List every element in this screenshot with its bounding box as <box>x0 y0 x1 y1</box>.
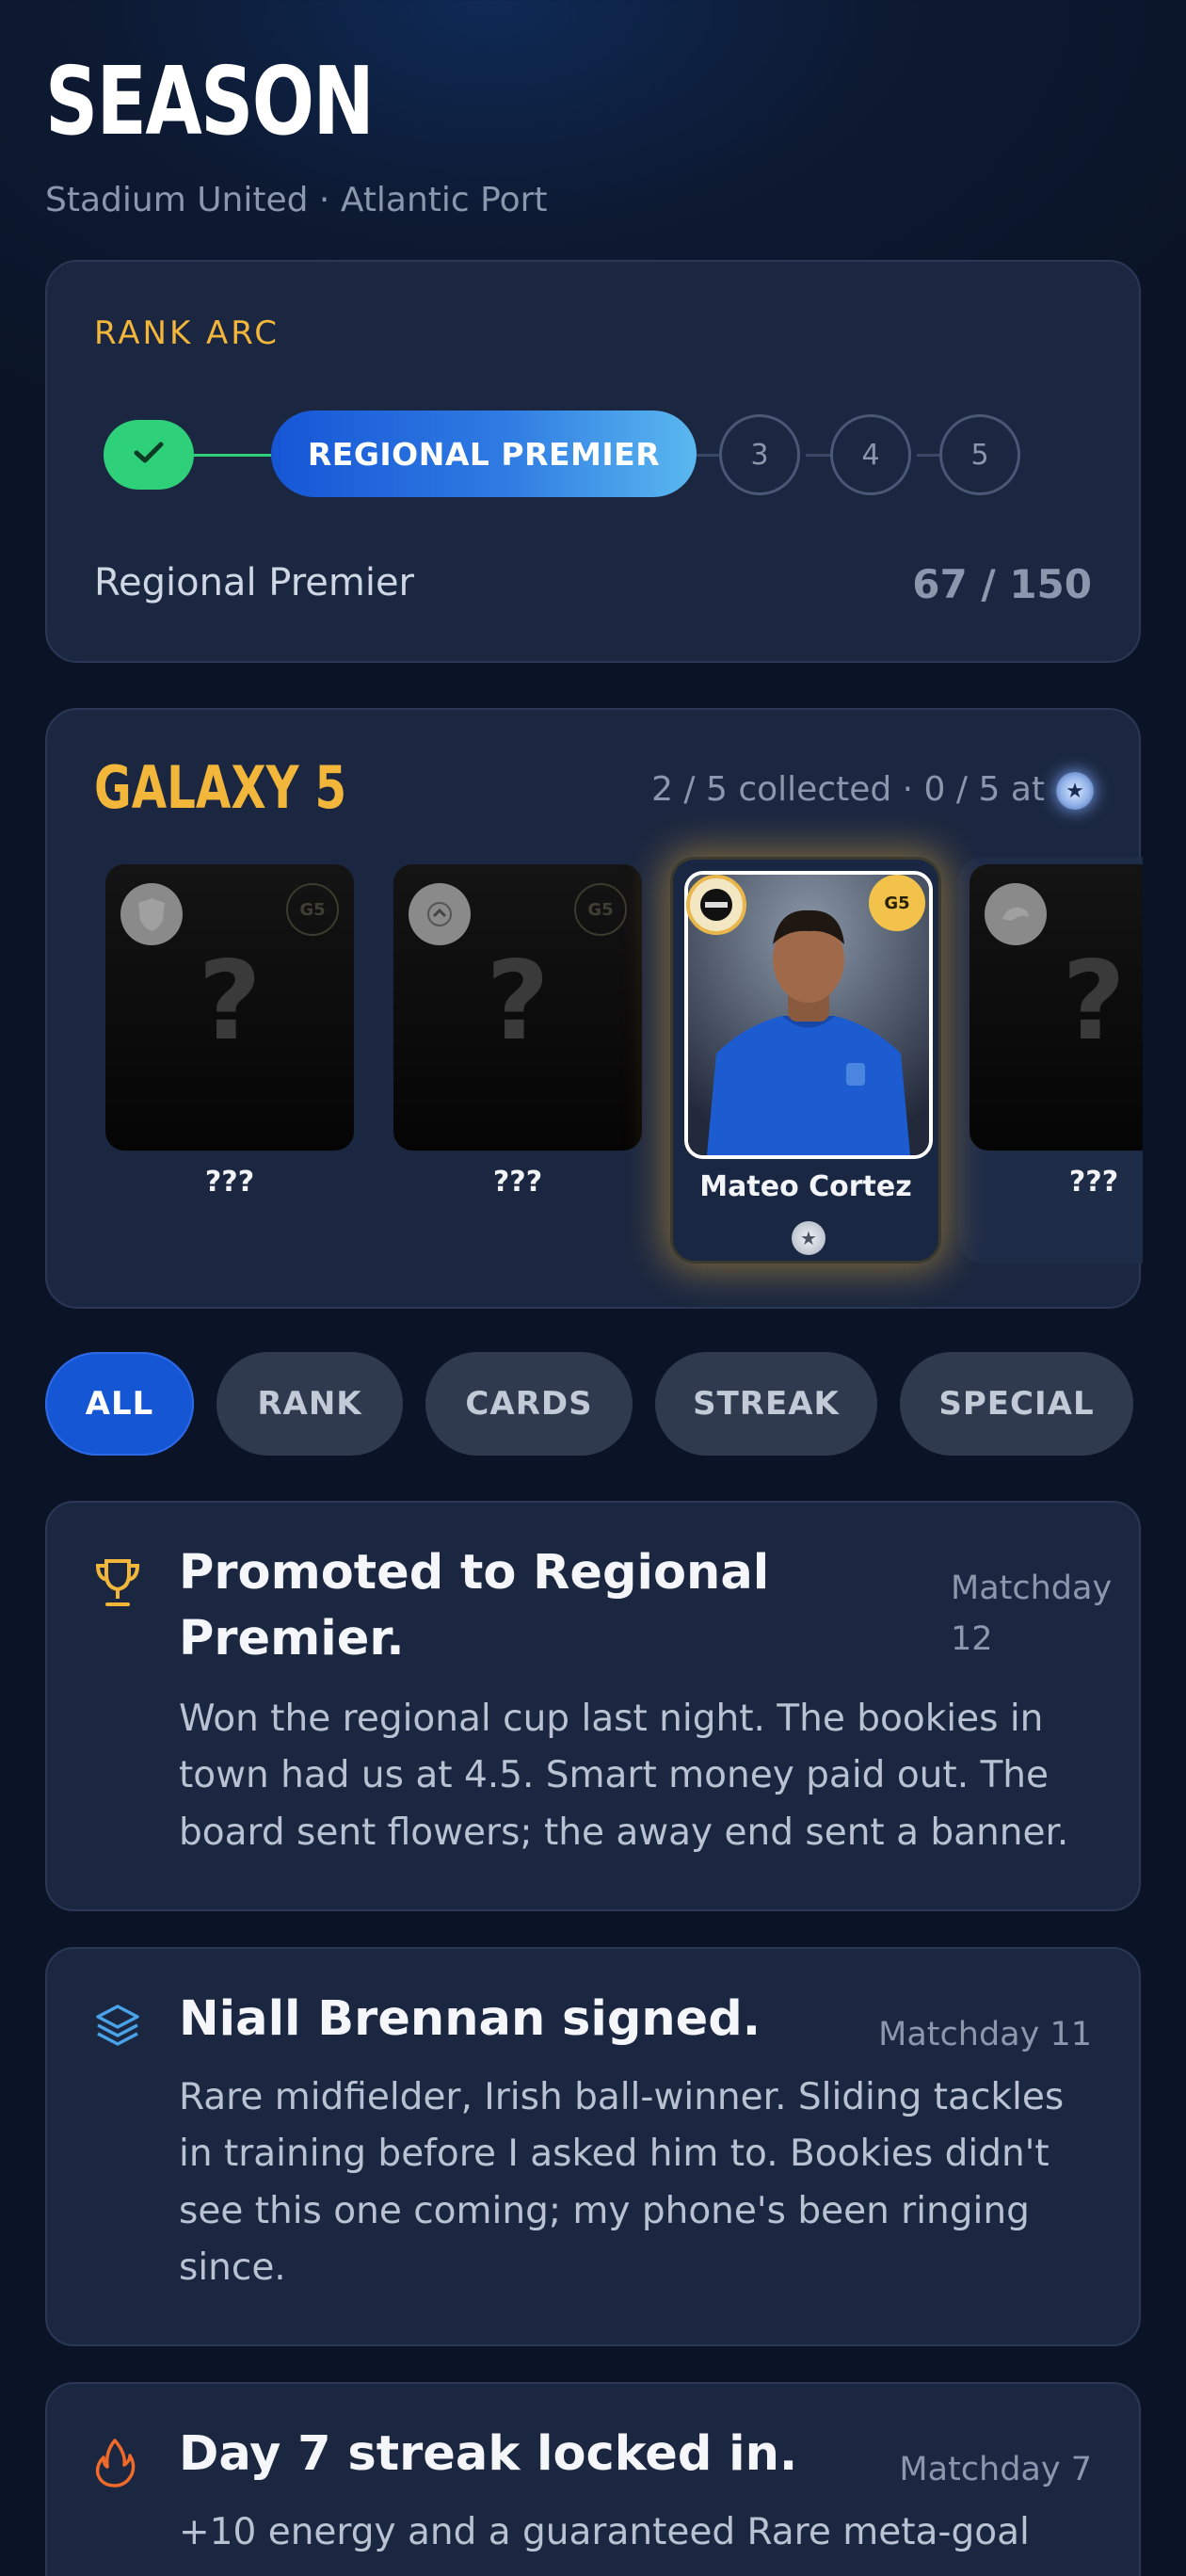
filter-cards[interactable]: CARDS <box>425 1352 633 1456</box>
flame-icon <box>94 2437 141 2487</box>
galaxy-badge: G5 <box>286 883 339 936</box>
galaxy-card: G5 ? ??? G5 ? ??? G5 Mateo Cortez ★ ? ??… <box>45 708 1143 1309</box>
star-icon: ★ <box>1056 772 1094 810</box>
feed-body-line: board sent flowers; the away end sent a … <box>179 1811 1069 1854</box>
feed-body-line: since. <box>179 2246 286 2290</box>
rank-track: REGIONAL PREMIER 3 4 5 <box>104 411 1026 501</box>
filter-all[interactable]: ALL <box>45 1352 194 1456</box>
question-mark-icon: ? <box>198 938 262 1065</box>
feed-title: Promoted to Regional Premier. <box>179 1540 769 1673</box>
feed-body-line: Rare midfielder, Irish ball-winner. Slid… <box>179 2076 1065 2118</box>
mystery-card-4[interactable]: G5 ? <box>970 864 1143 1151</box>
club-crest-icon <box>985 883 1047 945</box>
tier-completed-node[interactable] <box>104 420 194 490</box>
feed-body-line: see this one coming; my phone's been rin… <box>179 2189 1030 2232</box>
card-name: ??? <box>204 1166 255 1199</box>
card-name: Mateo Cortez <box>699 1170 912 1203</box>
mystery-card-2[interactable]: G5 ? <box>393 864 642 1151</box>
feed-date-line: Matchday <box>951 1570 1113 1607</box>
galaxy-badge: G5 <box>869 875 925 931</box>
filter-streak[interactable]: STREAK <box>655 1352 877 1456</box>
feed-item[interactable]: Day 7 streak locked in. Matchday 7 +10 e… <box>45 2382 1141 2576</box>
card-name: ??? <box>1068 1166 1119 1199</box>
club-crest-icon <box>120 883 183 945</box>
layers-icon <box>94 2002 141 2053</box>
tier-node-5[interactable]: 5 <box>939 414 1020 495</box>
chevron-up-icon <box>409 883 471 945</box>
feed-body-line: Won the regional cup last night. The boo… <box>179 1698 1044 1740</box>
feed-title-line: Premier. <box>179 1611 405 1667</box>
galaxy-collected-meta: 2 / 5 collected · 0 / 5 at <box>651 770 1045 809</box>
player-card-mateo-cortez[interactable]: G5 Mateo Cortez ★ <box>670 857 941 1264</box>
feed-body-line: in training before I asked him to. Booki… <box>179 2133 1050 2176</box>
filter-special[interactable]: SPECIAL <box>900 1352 1133 1456</box>
feed-body: Rare midfielder, Irish ball-winner. Slid… <box>179 2069 1064 2297</box>
tier-active-pill[interactable]: REGIONAL PREMIER <box>271 411 697 497</box>
feed-body: +10 energy and a guaranteed Rare meta-go… <box>179 2504 1030 2561</box>
feed-item[interactable]: Niall Brennan signed. Matchday 11 Rare m… <box>45 1947 1141 2346</box>
galaxy-badge: G5 <box>574 883 627 936</box>
card-name: ??? <box>492 1166 543 1199</box>
page-title: SEASON <box>45 46 375 156</box>
mystery-card-1[interactable]: G5 ? <box>105 864 354 1151</box>
page-subtitle: Stadium United · Atlantic Port <box>45 181 548 219</box>
feed-title-line: Promoted to Regional <box>179 1545 770 1601</box>
trophy-icon <box>94 1557 141 1608</box>
rank-arc-label: RANK ARC <box>94 314 280 352</box>
club-crest-icon <box>686 875 746 935</box>
feed-title: Niall Brennan signed. <box>179 1991 761 2047</box>
checkmark-icon <box>133 440 165 470</box>
galaxy-title: GALAXY 5 <box>94 753 347 822</box>
feed-date: Matchday 7 <box>899 2451 1092 2488</box>
star-icon: ★ <box>792 1221 825 1255</box>
feed-date: Matchday 12 <box>951 1563 1113 1666</box>
feed-body-line: town had us at 4.5. Smart money paid out… <box>179 1754 1050 1797</box>
feed-date: Matchday 11 <box>878 2016 1092 2053</box>
feed-body: Won the regional cup last night. The boo… <box>179 1691 1068 1861</box>
feed-item[interactable]: Promoted to Regional Premier. Matchday 1… <box>45 1501 1141 1911</box>
season-screen: SEASON Stadium United · Atlantic Port RA… <box>0 0 1186 2576</box>
feed-body-line: +10 energy and a guaranteed Rare meta-go… <box>179 2511 1030 2553</box>
current-rank-name: Regional Premier <box>94 561 414 604</box>
tier-node-3[interactable]: 3 <box>719 414 800 495</box>
filter-rank[interactable]: RANK <box>216 1352 403 1456</box>
rank-arc-card: RANK ARC REGIONAL PREMIER 3 4 5 Regional… <box>45 260 1141 663</box>
feed-title: Day 7 streak locked in. <box>179 2426 798 2482</box>
track-connector <box>194 454 271 457</box>
question-mark-icon: ? <box>486 938 550 1065</box>
tier-node-4[interactable]: 4 <box>830 414 911 495</box>
feed-date-line: 12 <box>951 1620 993 1659</box>
question-mark-icon: ? <box>1062 938 1126 1065</box>
rank-progress: 67 / 150 <box>912 561 1092 607</box>
